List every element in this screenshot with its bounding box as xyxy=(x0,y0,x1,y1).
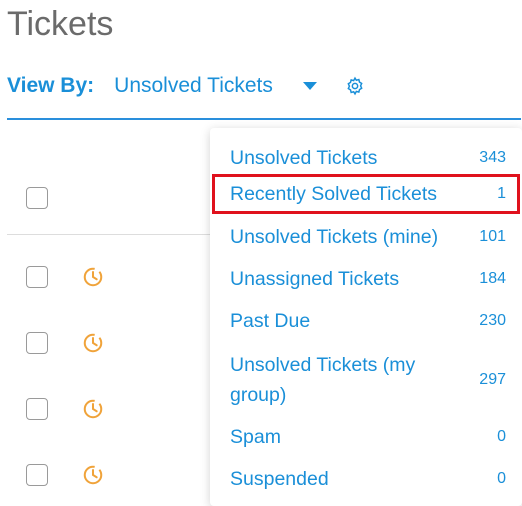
select-all-checkbox[interactable] xyxy=(26,187,48,209)
menu-item-recently-solved-tickets[interactable]: Recently Solved Tickets 1 xyxy=(212,174,520,214)
view-selector[interactable]: Unsolved Tickets xyxy=(114,74,317,98)
menu-item-unsolved-tickets-my-group[interactable]: Unsolved Tickets (my group) 297 xyxy=(210,346,522,414)
menu-item-unsolved-tickets-mine[interactable]: Unsolved Tickets (mine) 101 xyxy=(210,216,522,258)
menu-item-count: 1 xyxy=(497,185,506,202)
menu-item-label: Unassigned Tickets xyxy=(230,268,400,290)
menu-item-label: Unsolved Tickets (my group) xyxy=(230,354,416,406)
menu-item-count: 184 xyxy=(479,270,506,287)
view-by-bar: View By: Unsolved Tickets xyxy=(7,68,522,104)
menu-item-count: 101 xyxy=(479,228,506,245)
row-checkbox[interactable] xyxy=(26,266,48,288)
row-checkbox[interactable] xyxy=(26,332,48,354)
row-checkbox[interactable] xyxy=(26,398,48,420)
view-selector-value: Unsolved Tickets xyxy=(114,74,273,97)
gear-icon[interactable] xyxy=(345,76,365,96)
menu-item-label: Suspended xyxy=(230,468,329,490)
menu-item-count: 343 xyxy=(479,149,506,166)
menu-item-count: 0 xyxy=(497,428,506,445)
menu-item-label: Recently Solved Tickets xyxy=(230,183,438,205)
menu-item-past-due[interactable]: Past Due 230 xyxy=(210,300,522,342)
menu-item-label: Past Due xyxy=(230,310,311,332)
menu-item-label: Unsolved Tickets xyxy=(230,147,378,169)
clock-icon xyxy=(83,333,103,353)
menu-item-count: 230 xyxy=(479,312,506,329)
clock-icon xyxy=(83,267,103,287)
menu-item-label: Unsolved Tickets (mine) xyxy=(230,226,439,248)
menu-item-count: 0 xyxy=(497,470,506,487)
header-divider xyxy=(7,118,521,120)
menu-item-suspended[interactable]: Suspended 0 xyxy=(210,458,522,500)
clock-icon xyxy=(83,465,103,485)
menu-item-unassigned-tickets[interactable]: Unassigned Tickets 184 xyxy=(210,258,522,300)
clock-icon xyxy=(83,399,103,419)
table-header-divider xyxy=(7,234,217,235)
page-title: Tickets xyxy=(7,5,114,43)
caret-down-icon[interactable] xyxy=(302,82,317,90)
menu-item-label: Spam xyxy=(230,426,281,448)
menu-item-count: 297 xyxy=(479,371,506,388)
view-by-label: View By: xyxy=(7,74,95,97)
menu-item-spam[interactable]: Spam 0 xyxy=(210,416,522,458)
view-dropdown-menu: Unsolved Tickets 343 Recently Solved Tic… xyxy=(210,128,522,506)
row-checkbox[interactable] xyxy=(26,464,48,486)
